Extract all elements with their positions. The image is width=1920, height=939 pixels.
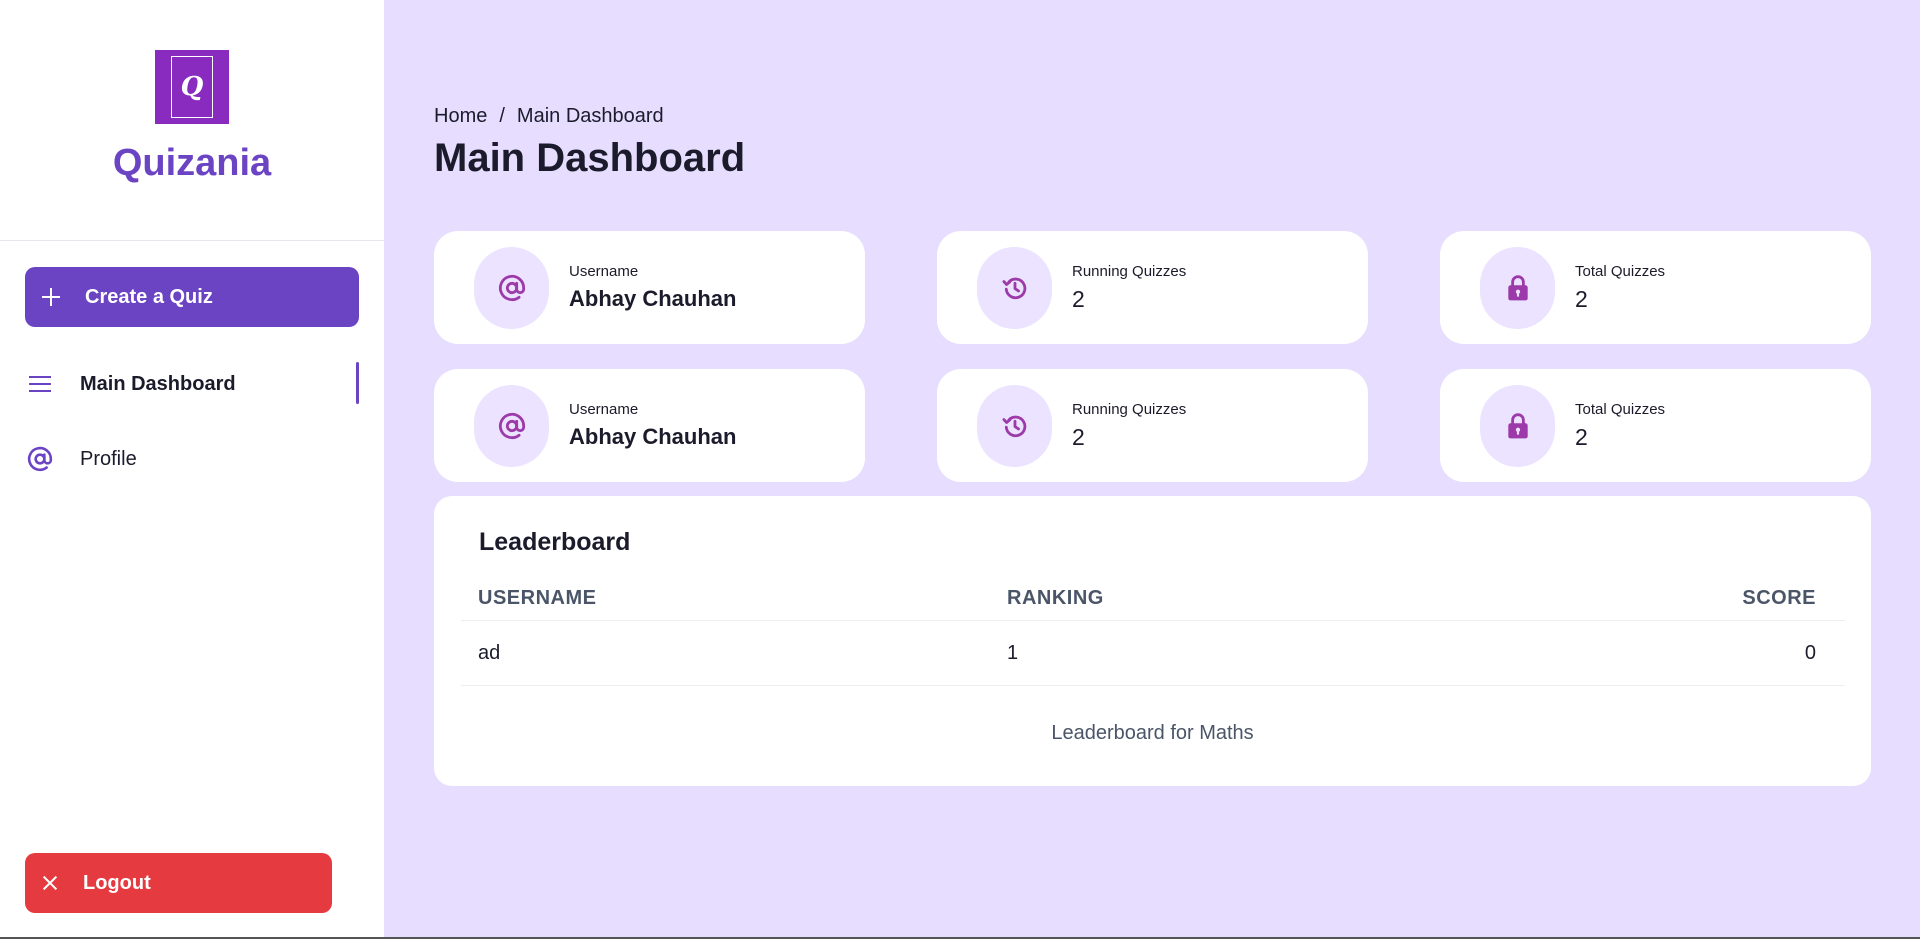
breadcrumb-separator: / xyxy=(499,105,505,127)
cell-username: ad xyxy=(478,642,501,664)
active-indicator xyxy=(356,362,359,404)
stat-value: 2 xyxy=(1575,286,1588,312)
stat-card-running-quizzes: Running Quizzes 2 xyxy=(937,369,1368,482)
sidebar: Q Quizania Create a Quiz Main Dashboard … xyxy=(0,0,384,939)
history-icon xyxy=(977,247,1052,329)
stat-value: Abhay Chauhan xyxy=(569,424,737,449)
at-sign-icon xyxy=(474,385,549,467)
leaderboard-title: Leaderboard xyxy=(479,528,631,556)
breadcrumb: Home / Main Dashboard xyxy=(434,105,664,128)
leaderboard-table: USERNAME RANKING SCORE ad 1 0 xyxy=(461,576,1845,686)
table-header-row: USERNAME RANKING SCORE xyxy=(461,576,1845,621)
stat-card-running-quizzes: Running Quizzes 2 xyxy=(937,231,1368,344)
sidebar-divider xyxy=(0,240,384,241)
brand-name: Quizania xyxy=(112,142,272,184)
stat-label: Running Quizzes xyxy=(1072,401,1187,418)
sidebar-item-main-dashboard[interactable]: Main Dashboard xyxy=(25,359,359,409)
stat-value: 2 xyxy=(1072,286,1085,312)
leaderboard-caption: Leaderboard for Maths xyxy=(1051,722,1254,744)
column-header-score: SCORE xyxy=(1742,587,1816,609)
plus-icon xyxy=(39,285,63,309)
stat-card-username: Username Abhay Chauhan xyxy=(434,369,865,482)
stat-value: Abhay Chauhan xyxy=(569,286,737,311)
menu-icon xyxy=(25,369,55,399)
stat-label: Total Quizzes xyxy=(1575,401,1666,418)
stat-card-total-quizzes: Total Quizzes 2 xyxy=(1440,369,1871,482)
stat-value: 2 xyxy=(1072,424,1085,450)
sidebar-item-profile[interactable]: Profile xyxy=(25,434,359,484)
at-sign-icon xyxy=(474,247,549,329)
breadcrumb-current: Main Dashboard xyxy=(516,105,664,127)
logout-label: Logout xyxy=(83,871,151,894)
column-header-username: USERNAME xyxy=(478,587,597,609)
leaderboard-card: Leaderboard USERNAME RANKING SCORE ad 1 … xyxy=(434,496,1871,786)
breadcrumb-home-link[interactable]: Home xyxy=(434,105,487,128)
stat-value: 2 xyxy=(1575,424,1588,450)
sidebar-item-label: Profile xyxy=(80,447,137,470)
create-quiz-label: Create a Quiz xyxy=(85,285,213,308)
stat-label: Username xyxy=(569,401,639,418)
cell-score: 0 xyxy=(1804,642,1816,664)
at-sign-icon xyxy=(25,444,55,474)
logo-letter: Q xyxy=(171,56,213,118)
logout-button[interactable]: Logout xyxy=(25,853,332,913)
table-row: ad 1 0 xyxy=(461,621,1845,686)
stat-label: Running Quizzes xyxy=(1072,263,1187,280)
lock-icon xyxy=(1480,385,1555,467)
create-quiz-button[interactable]: Create a Quiz xyxy=(25,267,359,327)
page-title: Main Dashboard xyxy=(434,136,746,180)
cell-ranking: 1 xyxy=(1007,642,1019,664)
column-header-ranking: RANKING xyxy=(1007,587,1104,609)
stat-label: Username xyxy=(569,263,639,280)
history-icon xyxy=(977,385,1052,467)
close-icon xyxy=(39,872,61,894)
sidebar-item-label: Main Dashboard xyxy=(80,372,236,395)
lock-icon xyxy=(1480,247,1555,329)
logo[interactable]: Q xyxy=(155,50,229,124)
stat-card-username: Username Abhay Chauhan xyxy=(434,231,865,344)
stat-card-total-quizzes: Total Quizzes 2 xyxy=(1440,231,1871,344)
stat-label: Total Quizzes xyxy=(1575,263,1666,280)
